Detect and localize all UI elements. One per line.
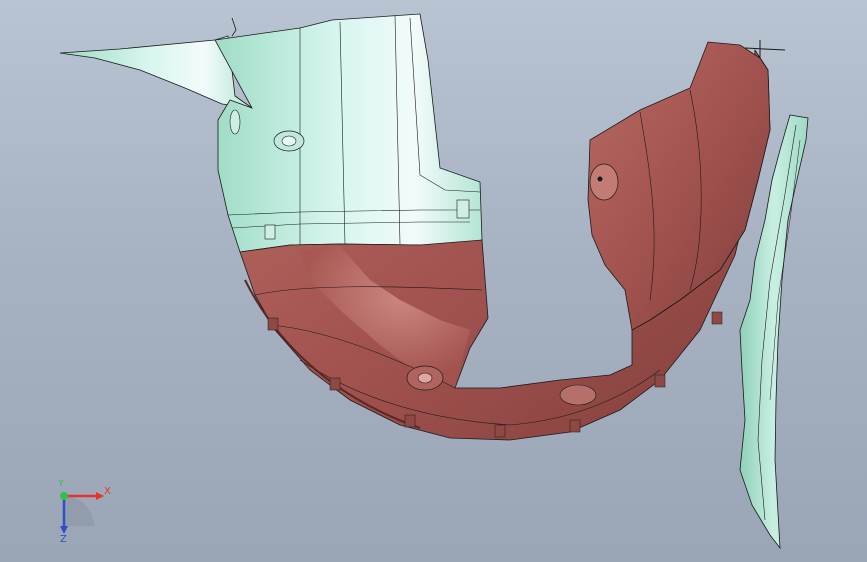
x-axis-arrowhead — [96, 492, 104, 500]
triad-plane-shadow — [64, 496, 94, 526]
z-axis-label: Z — [60, 534, 67, 545]
y-axis-dot — [60, 492, 68, 500]
x-axis-label: X — [104, 486, 111, 497]
3d-viewport[interactable]: X Y Z — [0, 0, 867, 562]
z-axis-arrowhead — [60, 526, 68, 534]
y-axis-label: Y — [57, 480, 65, 489]
model-scene[interactable] — [0, 0, 867, 562]
axis-triad: X Y Z — [57, 480, 111, 545]
upper-liner-panel[interactable] — [59, 13, 483, 253]
